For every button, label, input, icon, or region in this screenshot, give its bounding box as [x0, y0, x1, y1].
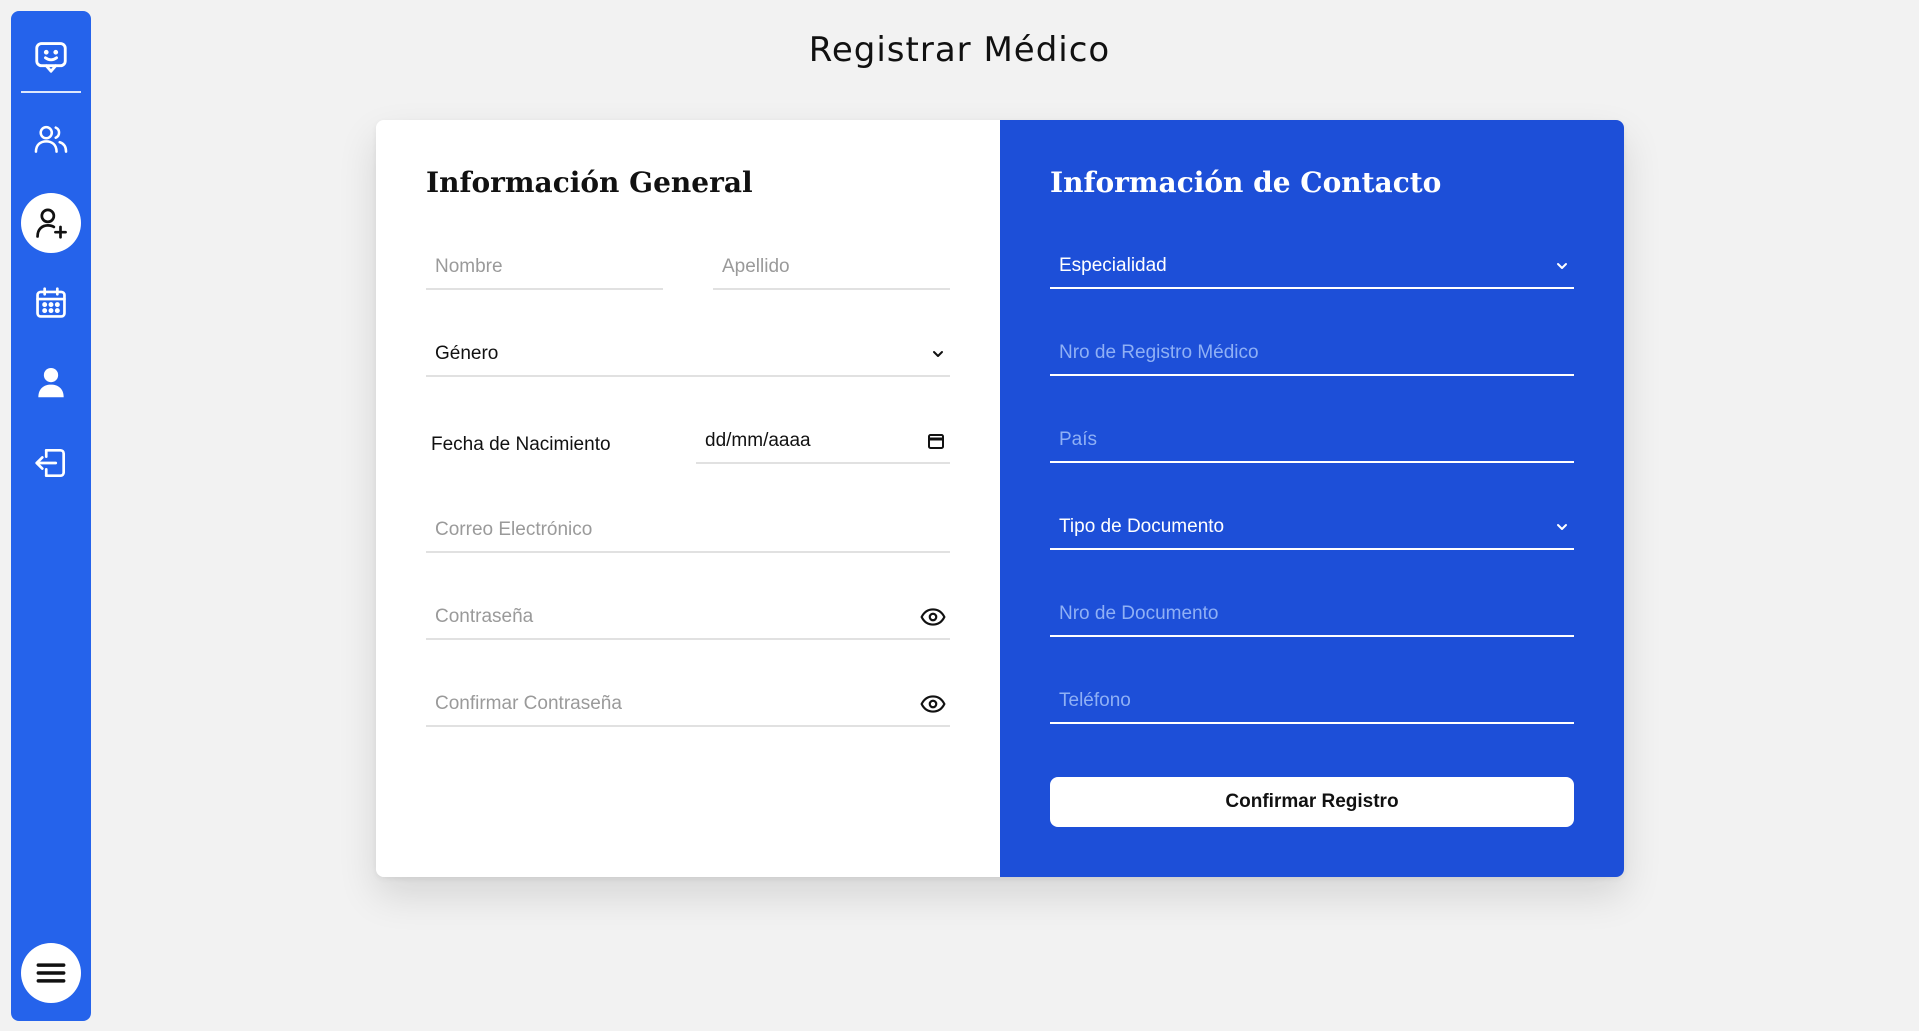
confirm-password-input[interactable]: Confirmar Contraseña [426, 683, 950, 727]
fecha-value: dd/mm/aaaa [705, 430, 811, 451]
confirm-registration-button[interactable]: Confirmar Registro [1050, 777, 1574, 827]
sidebar [11, 11, 91, 1021]
sidebar-menu-button[interactable] [21, 943, 81, 1003]
menu-icon [36, 963, 66, 983]
confirm-password-placeholder: Confirmar Contraseña [435, 693, 622, 714]
fecha-nacimiento-input[interactable]: dd/mm/aaaa [696, 420, 950, 464]
chevron-down-icon [930, 346, 946, 362]
registro-medico-input[interactable]: Nro de Registro Médico [1050, 332, 1574, 376]
registro-medico-placeholder: Nro de Registro Médico [1059, 342, 1259, 363]
chevron-down-icon [1554, 519, 1570, 535]
sidebar-item-logout[interactable] [21, 433, 81, 493]
pais-placeholder: País [1059, 429, 1098, 450]
password-input[interactable]: Contraseña [426, 596, 950, 640]
nro-documento-input[interactable]: Nro de Documento [1050, 593, 1574, 637]
chevron-down-icon [1554, 258, 1570, 274]
telefono-input[interactable]: Teléfono [1050, 680, 1574, 724]
calendar-icon [36, 287, 66, 318]
genero-select[interactable]: Género [426, 333, 950, 377]
contact-info-title: Información de Contacto [1050, 166, 1442, 199]
users-icon [34, 125, 68, 153]
general-info-title: Información General [426, 166, 753, 199]
sidebar-divider [21, 91, 81, 93]
sidebar-item-register-doctor[interactable] [21, 193, 81, 253]
apellido-input[interactable]: Apellido [713, 246, 950, 290]
correo-placeholder: Correo Electrónico [435, 519, 593, 540]
contact-info-panel: Información de Contacto Especialidad Nro… [1000, 120, 1624, 877]
general-info-panel: Información General Nombre Apellido Géne… [376, 120, 1000, 877]
sidebar-item-users[interactable] [21, 109, 81, 169]
nro-documento-placeholder: Nro de Documento [1059, 603, 1219, 624]
eye-icon[interactable] [920, 604, 946, 630]
user-plus-icon [36, 208, 67, 239]
fecha-nacimiento-label: Fecha de Nacimiento [431, 434, 611, 455]
calendar-picker-icon[interactable] [926, 431, 946, 451]
genero-label: Género [435, 343, 499, 364]
nombre-input[interactable]: Nombre [426, 246, 663, 290]
pais-input[interactable]: País [1050, 419, 1574, 463]
tipo-documento-label: Tipo de Documento [1059, 516, 1225, 537]
user-icon [38, 367, 64, 398]
sidebar-item-profile[interactable] [21, 353, 81, 413]
logout-icon [35, 448, 66, 478]
especialidad-select[interactable]: Especialidad [1050, 245, 1574, 289]
page-title: Registrar Médico [808, 30, 1111, 70]
apellido-placeholder: Apellido [722, 256, 790, 277]
correo-input[interactable]: Correo Electrónico [426, 509, 950, 553]
sidebar-item-calendar[interactable] [21, 273, 81, 333]
especialidad-label: Especialidad [1059, 255, 1167, 276]
tipo-documento-select[interactable]: Tipo de Documento [1050, 506, 1574, 550]
registration-card: Información General Nombre Apellido Géne… [376, 120, 1624, 877]
eye-icon[interactable] [920, 691, 946, 717]
telefono-placeholder: Teléfono [1059, 690, 1131, 711]
password-placeholder: Contraseña [435, 606, 534, 627]
nombre-placeholder: Nombre [435, 256, 503, 277]
